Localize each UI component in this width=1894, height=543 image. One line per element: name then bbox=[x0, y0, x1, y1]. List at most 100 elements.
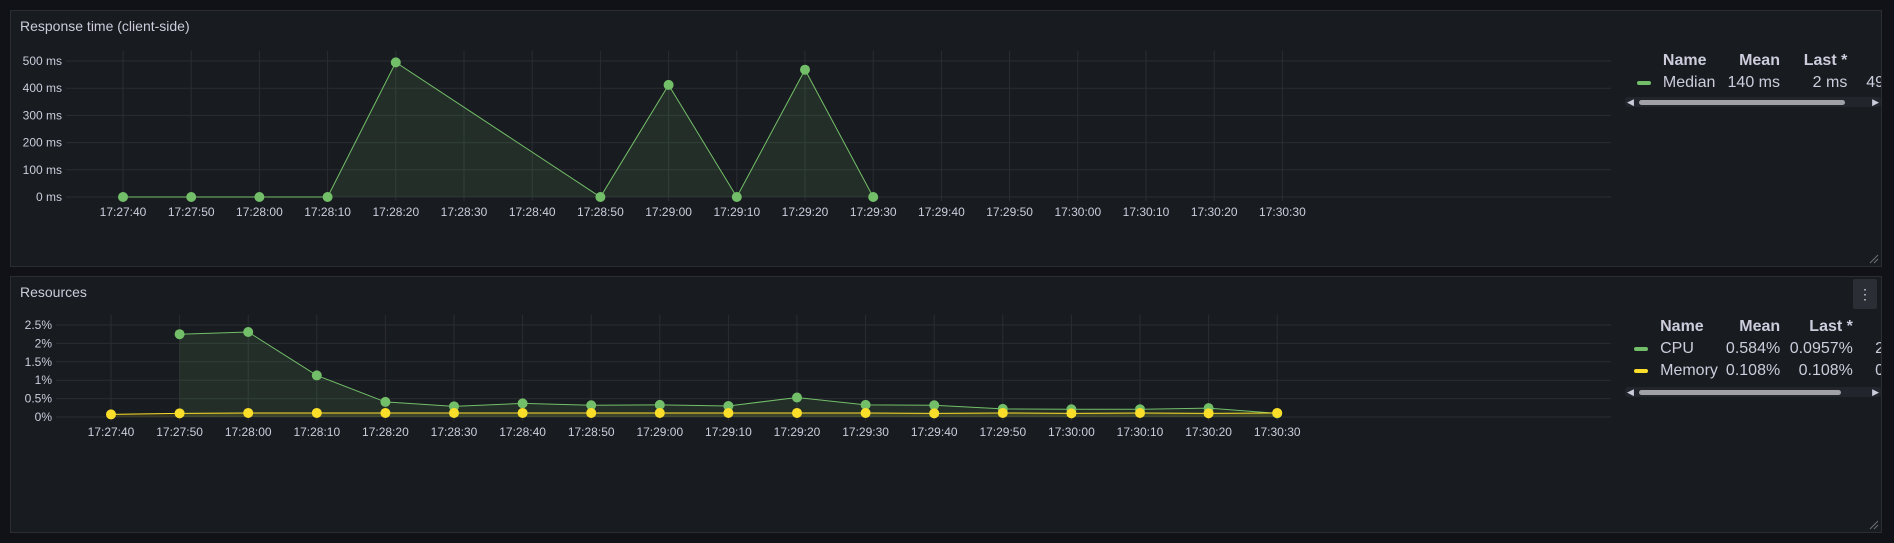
series-color-swatch bbox=[1636, 80, 1651, 85]
x-tick-label: 17:30:20 bbox=[1191, 205, 1238, 219]
legend-header-name[interactable]: Name bbox=[1662, 51, 1724, 71]
legend-header-last[interactable]: Last * bbox=[1783, 51, 1848, 71]
legend-header-name[interactable]: Name bbox=[1659, 317, 1721, 337]
y-tick-label: 100 ms bbox=[23, 163, 62, 177]
legend-mean-value: 0.108% bbox=[1725, 362, 1781, 379]
vertical-ellipsis-icon[interactable]: ⋮ bbox=[1853, 279, 1877, 309]
x-tick-label: 17:29:00 bbox=[636, 425, 683, 439]
legend-last-value: 0.0957% bbox=[1789, 340, 1853, 357]
scrollbar-thumb[interactable] bbox=[1639, 100, 1845, 105]
legend-horizontal-scrollbar[interactable]: ◀ ▶ bbox=[1625, 97, 1881, 107]
legend: Name Mean Last * CPU 0.584% 0.0957% 2 Me… bbox=[1625, 315, 1881, 379]
legend-series-name[interactable]: Memory bbox=[1659, 361, 1721, 379]
x-tick-label: 17:27:50 bbox=[156, 425, 203, 439]
series-color-swatch bbox=[1634, 346, 1649, 351]
resources-chart[interactable]: 0% 0.5% 1% 1.5% 2% 2.5% 17:27:40 17:27:50 17:28:… bbox=[11, 277, 1621, 534]
data-point bbox=[243, 407, 254, 418]
x-tick-label: 17:30:00 bbox=[1054, 205, 1101, 219]
x-tick-label: 17:29:00 bbox=[645, 205, 692, 219]
data-point bbox=[731, 192, 742, 202]
x-tick-label: 17:28:40 bbox=[499, 425, 546, 439]
legend: Name Mean Last * Median 140 ms 2 ms 49 bbox=[1625, 49, 1881, 89]
x-tick-label: 17:29:10 bbox=[713, 205, 760, 219]
legend-row-cpu[interactable]: CPU 0.584% 0.0957% 2 bbox=[1627, 339, 1881, 359]
y-tick-label: 1% bbox=[35, 373, 53, 387]
data-point bbox=[322, 192, 333, 202]
x-tick-label: 17:30:00 bbox=[1048, 425, 1095, 439]
legend-horizontal-scrollbar[interactable]: ◀ ▶ bbox=[1625, 387, 1881, 397]
resize-handle-icon[interactable] bbox=[1869, 520, 1879, 530]
chevron-right-icon[interactable]: ▶ bbox=[1872, 97, 1879, 107]
x-tick-label: 17:30:10 bbox=[1117, 425, 1164, 439]
chevron-left-icon[interactable]: ◀ bbox=[1627, 387, 1634, 397]
x-tick-label: 17:28:30 bbox=[431, 425, 478, 439]
data-point bbox=[517, 398, 528, 409]
y-tick-label: 0% bbox=[35, 410, 53, 424]
y-tick-label: 1.5% bbox=[25, 355, 53, 369]
y-tick-label: 0 ms bbox=[36, 190, 62, 204]
y-tick-label: 0.5% bbox=[25, 392, 53, 406]
data-point bbox=[595, 192, 606, 202]
data-point bbox=[517, 407, 528, 418]
data-point bbox=[106, 409, 116, 420]
y-tick-label: 500 ms bbox=[23, 54, 62, 68]
legend-row-memory[interactable]: Memory 0.108% 0.108% 0 bbox=[1627, 361, 1881, 379]
legend-row-median[interactable]: Median 140 ms 2 ms 49 bbox=[1627, 73, 1881, 89]
data-point bbox=[380, 396, 391, 407]
x-tick-label: 17:27:40 bbox=[100, 205, 147, 219]
x-tick-label: 17:29:30 bbox=[842, 425, 889, 439]
legend-header-mean[interactable]: Mean bbox=[1725, 51, 1781, 71]
data-point bbox=[174, 408, 185, 419]
data-point bbox=[254, 192, 265, 202]
data-point bbox=[663, 79, 674, 90]
x-tick-label: 17:29:30 bbox=[850, 205, 897, 219]
legend-last-value: 2 ms bbox=[1812, 74, 1848, 89]
legend-header-mean[interactable]: Mean bbox=[1723, 317, 1781, 337]
data-point bbox=[449, 407, 459, 418]
x-tick-label: 17:30:10 bbox=[1123, 205, 1170, 219]
x-tick-label: 17:29:40 bbox=[918, 205, 965, 219]
data-point bbox=[380, 407, 391, 418]
y-tick-label: 2% bbox=[35, 336, 53, 350]
data-point bbox=[792, 407, 802, 418]
data-point bbox=[1066, 408, 1077, 419]
legend-series-name[interactable]: CPU bbox=[1659, 339, 1721, 359]
data-point bbox=[243, 326, 254, 337]
resize-handle-icon[interactable] bbox=[1869, 254, 1879, 264]
x-tick-label: 17:29:20 bbox=[782, 205, 829, 219]
x-tick-label: 17:28:20 bbox=[362, 425, 409, 439]
data-point bbox=[311, 370, 322, 381]
data-point bbox=[186, 192, 197, 202]
data-point bbox=[1203, 408, 1214, 419]
y-tick-label: 2.5% bbox=[25, 318, 53, 332]
data-point bbox=[390, 57, 401, 68]
legend-extra-value: 0 bbox=[1875, 362, 1881, 379]
x-tick-label: 17:30:30 bbox=[1259, 205, 1306, 219]
legend-header-last[interactable]: Last * bbox=[1783, 317, 1854, 337]
legend-mean-value: 0.584% bbox=[1725, 340, 1781, 357]
series-color-swatch bbox=[1634, 368, 1649, 373]
data-point bbox=[1272, 407, 1283, 418]
data-point bbox=[118, 192, 128, 202]
data-point bbox=[792, 392, 802, 403]
x-tick-label: 17:29:50 bbox=[986, 205, 1033, 219]
data-point bbox=[800, 64, 810, 75]
x-tick-label: 17:28:20 bbox=[372, 205, 419, 219]
x-tick-label: 17:30:20 bbox=[1185, 425, 1232, 439]
x-tick-label: 17:29:10 bbox=[705, 425, 752, 439]
data-point bbox=[1135, 407, 1145, 418]
data-point bbox=[723, 407, 734, 418]
response-time-chart[interactable]: 0 ms 100 ms 200 ms 300 ms 400 ms 500 ms 17:27:… bbox=[11, 11, 1621, 268]
chevron-right-icon[interactable]: ▶ bbox=[1872, 387, 1879, 397]
legend-series-name[interactable]: Median bbox=[1662, 73, 1724, 89]
x-tick-label: 17:29:50 bbox=[979, 425, 1026, 439]
y-tick-label: 200 ms bbox=[23, 136, 62, 150]
legend-last-value: 0.108% bbox=[1798, 362, 1853, 379]
data-point bbox=[868, 192, 879, 202]
x-tick-label: 17:29:20 bbox=[774, 425, 821, 439]
chevron-left-icon[interactable]: ◀ bbox=[1627, 97, 1634, 107]
x-tick-label: 17:28:30 bbox=[441, 205, 488, 219]
scrollbar-thumb[interactable] bbox=[1639, 390, 1841, 395]
data-point bbox=[311, 407, 322, 418]
legend-extra-value: 49 bbox=[1866, 74, 1881, 89]
